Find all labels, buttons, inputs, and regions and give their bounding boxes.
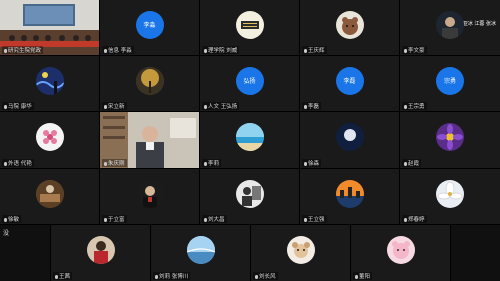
- mic-icon: [304, 217, 307, 222]
- video-tile[interactable]: 外语 代艳: [0, 112, 99, 168]
- avatar: [86, 236, 115, 265]
- video-tile[interactable]: 王茜: [51, 225, 150, 281]
- video-tile[interactable]: 于立富: [100, 169, 199, 224]
- avatar: 李淼: [135, 10, 164, 39]
- mic-icon: [304, 104, 307, 109]
- mic-icon: [404, 161, 407, 166]
- mic-icon: [204, 161, 207, 166]
- mic-icon: [4, 104, 7, 109]
- participant-name: 王茜: [53, 272, 73, 280]
- mic-icon: [404, 104, 407, 109]
- avatar: [35, 66, 64, 95]
- video-tile[interactable]: 研究生院党政: [0, 0, 99, 55]
- participant-name: 王立强: [302, 215, 327, 223]
- participant-name: 王庆辉: [302, 46, 327, 54]
- video-tile[interactable]: 李莉: [200, 112, 299, 168]
- video-tile[interactable]: 理学院 刘威: [200, 0, 299, 55]
- video-tile[interactable]: 刘长风: [251, 225, 350, 281]
- mic-icon: [304, 161, 307, 166]
- video-tile[interactable]: 董阳: [351, 225, 450, 281]
- avatar: [235, 123, 264, 152]
- participant-name: 郑春婷: [402, 215, 427, 223]
- avatar: [436, 123, 464, 152]
- participant-name: 刘莉 张博川: [153, 272, 191, 280]
- avatar: [335, 179, 364, 208]
- avatar: [35, 123, 64, 152]
- mic-icon: [255, 274, 258, 279]
- avatar: [436, 10, 464, 39]
- video-tile-active-speaker[interactable]: 朱庆刚: [100, 112, 199, 168]
- participant-name: 信息 李淼: [102, 46, 134, 54]
- mic-icon: [55, 274, 58, 279]
- participant-name: 李文豪: [402, 46, 427, 54]
- video-tile[interactable]: 李磊 李磊: [300, 56, 399, 111]
- avatar: [335, 123, 364, 152]
- mic-icon: [4, 161, 7, 166]
- participant-name: 朱庆刚: [102, 159, 127, 167]
- video-tile[interactable]: 徐森: [300, 112, 399, 168]
- avatar: 弘扬: [235, 66, 264, 95]
- video-tile-empty[interactable]: 没: [0, 225, 50, 281]
- participant-name: 于立富: [102, 215, 127, 223]
- tile-label: 没: [3, 230, 10, 237]
- avatar: [35, 179, 64, 208]
- avatar: 宗勇: [436, 66, 464, 95]
- video-tile[interactable]: 宋立新: [100, 56, 199, 111]
- participant-name: 李磊: [302, 102, 322, 110]
- mic-icon: [104, 217, 107, 222]
- video-tile[interactable]: 王亚冰 江蓉 张冰 李文豪: [400, 0, 500, 55]
- participant-name: 刘长风: [253, 272, 278, 280]
- avatar: [235, 10, 264, 39]
- participant-name: 研究生院党政: [2, 46, 44, 54]
- mic-icon: [104, 161, 107, 166]
- avatar: [135, 179, 164, 208]
- video-tile[interactable]: 赵霞: [400, 112, 500, 168]
- participant-name: 徐敏: [2, 215, 22, 223]
- avatar: [235, 179, 264, 208]
- mic-icon: [404, 217, 407, 222]
- video-tile[interactable]: 王庆辉: [300, 0, 399, 55]
- participant-name: 人文 王弘扬: [202, 102, 240, 110]
- participant-name: 徐森: [302, 159, 322, 167]
- participant-name: 李莉: [202, 159, 222, 167]
- mic-icon: [104, 48, 107, 53]
- participant-name: 宋立新: [102, 102, 127, 110]
- participant-name: 刘大昌: [202, 215, 227, 223]
- avatar: [286, 236, 315, 265]
- participant-name: 王宗勇: [402, 102, 427, 110]
- participant-name: 赵霞: [402, 159, 422, 167]
- participant-name: 马院 康华: [2, 102, 34, 110]
- video-tile[interactable]: 刘莉 张博川: [151, 225, 250, 281]
- video-tile[interactable]: 李淼 信息 李淼: [100, 0, 199, 55]
- avatar: [335, 10, 364, 39]
- video-tile[interactable]: 刘大昌: [200, 169, 299, 224]
- video-tile[interactable]: 郑春婷: [400, 169, 500, 224]
- mic-icon: [404, 48, 407, 53]
- avatar: 李磊: [335, 66, 364, 95]
- mic-icon: [204, 48, 207, 53]
- mic-icon: [104, 104, 107, 109]
- avatar: [135, 66, 164, 95]
- mic-icon: [155, 274, 158, 279]
- mic-icon: [4, 217, 7, 222]
- mic-icon: [304, 48, 307, 53]
- mic-icon: [204, 104, 207, 109]
- avatar: [386, 236, 415, 265]
- video-tile-empty: [451, 225, 500, 281]
- mic-icon: [355, 274, 358, 279]
- participant-name: 理学院 刘威: [202, 46, 240, 54]
- video-tile[interactable]: 弘扬 人文 王弘扬: [200, 56, 299, 111]
- video-tile[interactable]: 王立强: [300, 169, 399, 224]
- avatar: [436, 179, 464, 208]
- participant-name: 外语 代艳: [2, 159, 34, 167]
- participant-name: 董阳: [353, 272, 373, 280]
- video-tile[interactable]: 徐敏: [0, 169, 99, 224]
- video-tile[interactable]: 宗勇 王宗勇: [400, 56, 500, 111]
- mic-icon: [4, 48, 7, 53]
- avatar: [186, 236, 215, 265]
- mic-icon: [204, 217, 207, 222]
- video-tile[interactable]: 马院 康华: [0, 56, 99, 111]
